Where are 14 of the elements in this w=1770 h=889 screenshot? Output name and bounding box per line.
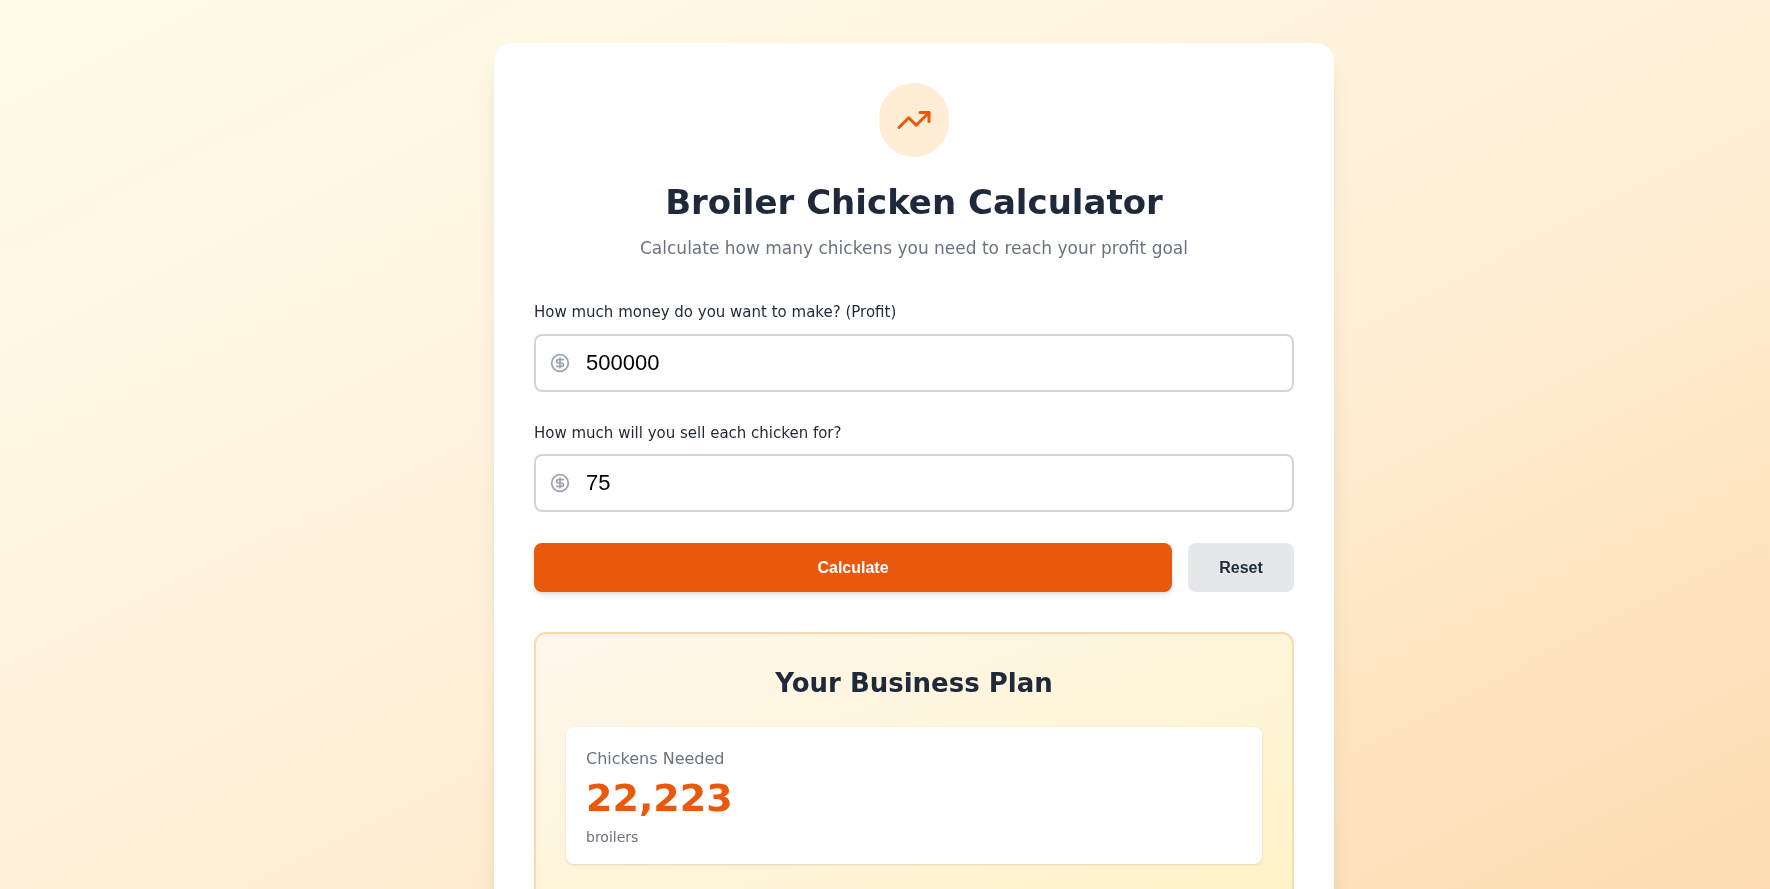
calculate-button[interactable]: Calculate <box>534 543 1172 592</box>
results-title: Your Business Plan <box>774 667 1054 700</box>
stat-unit: broilers <box>586 827 640 847</box>
field-label: How much will you sell each chicken for? <box>534 422 843 444</box>
dollar-icon <box>550 352 570 373</box>
stat-value: 22,223 <box>586 775 734 822</box>
stat-label: Chickens Needed <box>586 748 726 770</box>
amount-field[interactable]: 500000 <box>534 333 1294 392</box>
page-subtitle: Calculate how many chickens you need to reach your profit goal <box>639 236 1189 260</box>
field-label: How much money do you want to make? (Profit) <box>534 302 898 323</box>
page-title: Broiler Chicken Calculator <box>664 181 1164 224</box>
amount-field[interactable]: 75 <box>534 454 1294 512</box>
reset-button[interactable]: Reset <box>1188 543 1294 592</box>
dollar-icon <box>550 473 570 493</box>
